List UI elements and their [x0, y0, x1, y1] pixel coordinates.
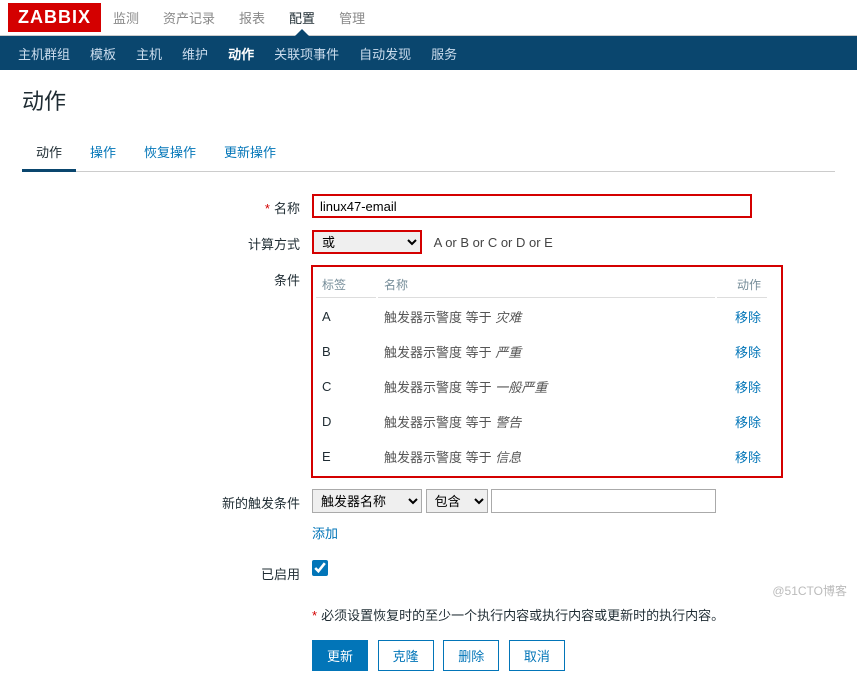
watermark: @51CTO博客: [772, 582, 847, 599]
cond-label: B: [316, 335, 376, 368]
page-title: 动作: [22, 84, 835, 116]
add-link[interactable]: 添加: [312, 526, 338, 541]
logo: ZABBIX: [8, 3, 101, 32]
topnav-item-2[interactable]: 报表: [227, 0, 277, 35]
tab-0[interactable]: 动作: [22, 134, 76, 172]
subnav-item-2[interactable]: 主机: [126, 39, 172, 70]
topnav-item-1[interactable]: 资产记录: [151, 0, 227, 35]
subnav-item-1[interactable]: 模板: [80, 39, 126, 70]
remove-link[interactable]: 移除: [735, 450, 761, 465]
table-row: B触发器示警度 等于 严重 移除: [316, 335, 767, 368]
subnav-item-0[interactable]: 主机群组: [8, 39, 80, 70]
calc-hint: A or B or C or D or E: [434, 235, 553, 250]
newcond-type-select[interactable]: 触发器名称: [312, 489, 422, 513]
cond-desc: 触发器示警度 等于 警告: [378, 405, 715, 438]
top-nav: ZABBIX 监测资产记录报表配置管理: [0, 0, 857, 36]
tab-2[interactable]: 恢复操作: [130, 134, 210, 172]
th-name: 名称: [378, 272, 715, 298]
topnav-item-4[interactable]: 管理: [327, 0, 377, 35]
delete-button[interactable]: 删除: [443, 640, 499, 671]
main: 动作 动作操作恢复操作更新操作 *名称 计算方式 或 A or B or C o…: [0, 70, 857, 697]
subnav-item-6[interactable]: 自动发现: [349, 39, 421, 70]
remove-link[interactable]: 移除: [735, 345, 761, 360]
table-row: A触发器示警度 等于 灾难 移除: [316, 300, 767, 333]
remove-link[interactable]: 移除: [735, 415, 761, 430]
conditions-table: 标签 名称 动作 A触发器示警度 等于 灾难移除B触发器示警度 等于 严重移除C…: [314, 270, 769, 475]
footnote: 必须设置恢复时的至少一个执行内容或执行内容或更新时的执行内容。: [321, 608, 724, 623]
remove-link[interactable]: 移除: [735, 380, 761, 395]
cond-label: E: [316, 440, 376, 473]
newcond-label: 新的触发条件: [222, 496, 300, 511]
tabs: 动作操作恢复操作更新操作: [22, 134, 835, 172]
cond-label: A: [316, 300, 376, 333]
cancel-button[interactable]: 取消: [509, 640, 565, 671]
sub-nav: 主机群组模板主机维护动作关联项事件自动发现服务: [0, 36, 857, 70]
remove-link[interactable]: 移除: [735, 310, 761, 325]
tab-3[interactable]: 更新操作: [210, 134, 290, 172]
newcond-value-input[interactable]: [491, 489, 716, 513]
cond-desc: 触发器示警度 等于 一般严重: [378, 370, 715, 403]
cond-label: D: [316, 405, 376, 438]
cond-label: 条件: [274, 273, 300, 288]
table-row: C触发器示警度 等于 一般严重 移除: [316, 370, 767, 403]
calc-label: 计算方式: [248, 237, 300, 252]
name-label: 名称: [274, 201, 300, 216]
tab-1[interactable]: 操作: [76, 134, 130, 172]
enabled-checkbox[interactable]: [312, 560, 328, 576]
subnav-item-3[interactable]: 维护: [172, 39, 218, 70]
th-action: 动作: [717, 272, 767, 298]
subnav-item-5[interactable]: 关联项事件: [264, 39, 349, 70]
enabled-label: 已启用: [261, 567, 300, 582]
subnav-item-4[interactable]: 动作: [218, 39, 264, 70]
subnav-item-7[interactable]: 服务: [421, 39, 467, 70]
update-button[interactable]: 更新: [312, 640, 368, 671]
cond-desc: 触发器示警度 等于 灾难: [378, 300, 715, 333]
table-row: D触发器示警度 等于 警告 移除: [316, 405, 767, 438]
topnav-item-3[interactable]: 配置: [277, 0, 327, 35]
table-row: E触发器示警度 等于 信息 移除: [316, 440, 767, 473]
cond-label: C: [316, 370, 376, 403]
newcond-op-select[interactable]: 包含: [426, 489, 488, 513]
clone-button[interactable]: 克隆: [378, 640, 434, 671]
topnav-item-0[interactable]: 监测: [101, 0, 151, 35]
cond-desc: 触发器示警度 等于 信息: [378, 440, 715, 473]
calc-select[interactable]: 或: [312, 230, 422, 254]
cond-desc: 触发器示警度 等于 严重: [378, 335, 715, 368]
name-input[interactable]: [312, 194, 752, 218]
th-label: 标签: [316, 272, 376, 298]
